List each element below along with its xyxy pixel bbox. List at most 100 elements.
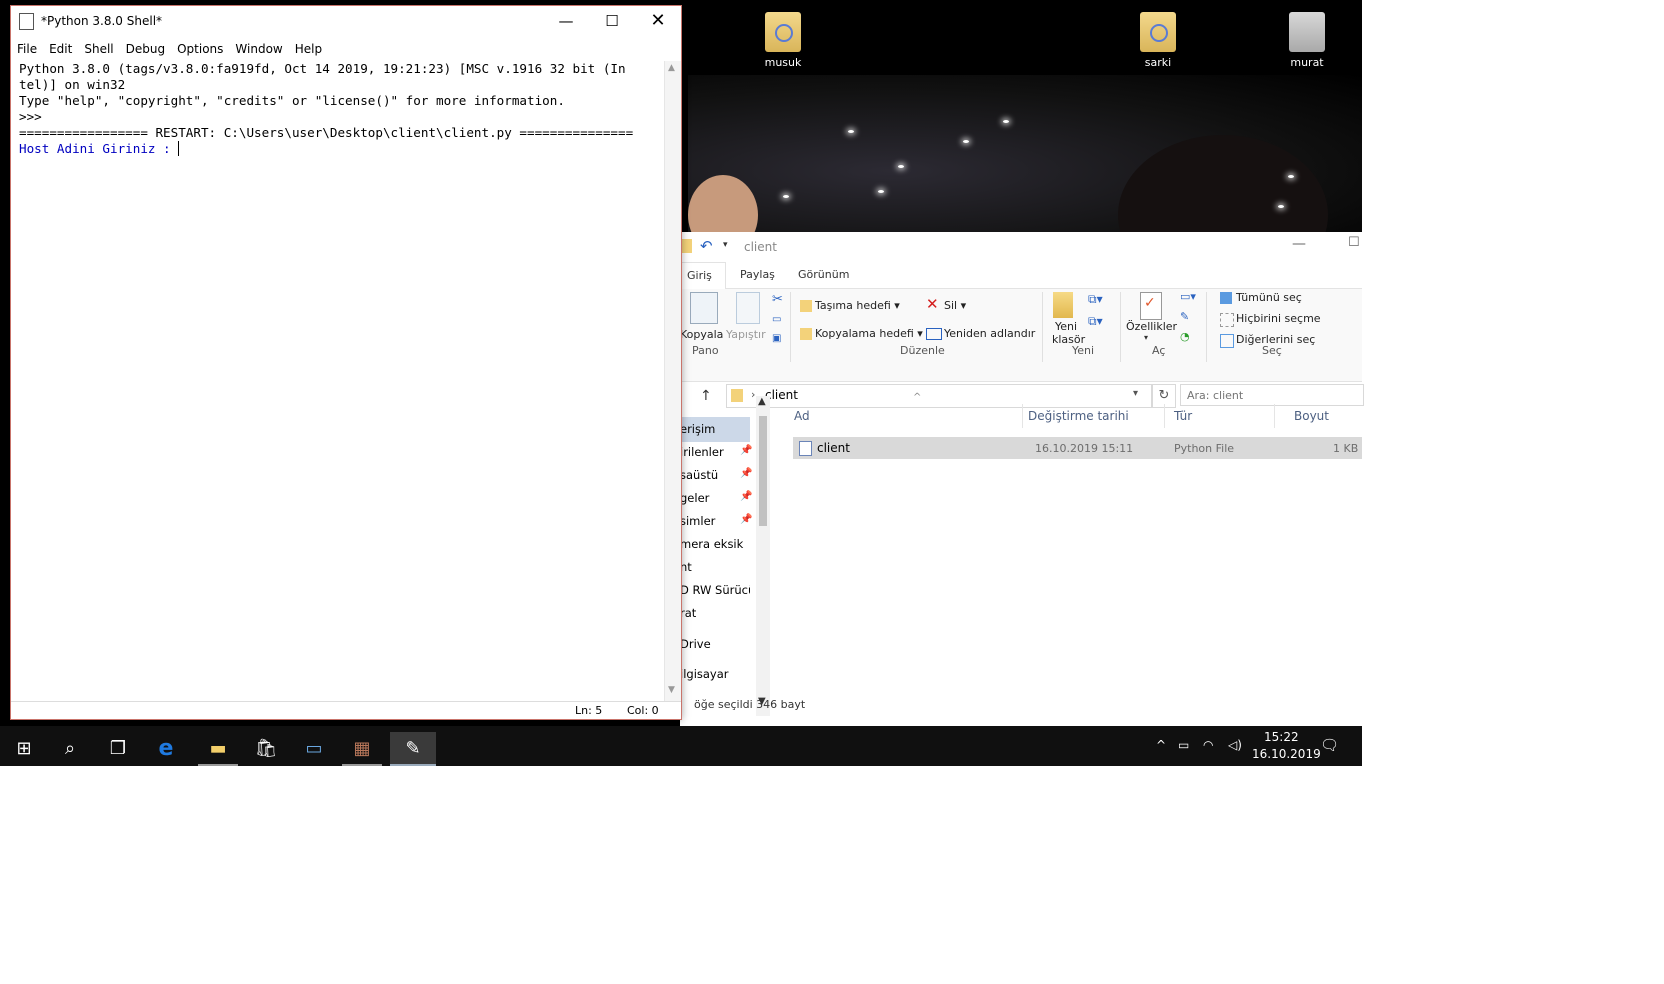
column-header-type[interactable]: Tür	[1174, 409, 1192, 423]
wifi-icon[interactable]: ◠	[1203, 738, 1213, 752]
chevron-up-icon[interactable]: ^	[1156, 738, 1166, 752]
close-icon[interactable]: ✕	[635, 6, 681, 36]
desktop-icon-musuk[interactable]: musuk	[743, 12, 823, 69]
group-label-clipboard: Pano	[692, 344, 719, 357]
select-none-icon	[1220, 313, 1234, 327]
nav-item-this-pc[interactable]: ilgisayar	[680, 667, 750, 681]
nav-item-quick-access[interactable]: erişim	[680, 422, 750, 436]
copy-to-button[interactable]: Kopyalama hedefi ▾	[815, 327, 923, 340]
chevron-down-icon[interactable]: ▾	[1133, 388, 1138, 399]
rename-button[interactable]: Yeniden adlandır	[944, 327, 1035, 340]
group-label-new: Yeni	[1072, 344, 1095, 357]
column-header-date[interactable]: Değiştirme tarihi	[1028, 409, 1129, 423]
menu-help[interactable]: Help	[289, 38, 328, 60]
address-bar[interactable]: › client ▾	[726, 384, 1152, 408]
clock-date[interactable]: 16.10.2019	[1252, 747, 1321, 761]
light-sparkle	[963, 140, 969, 143]
column-header-size[interactable]: Boyut	[1294, 409, 1329, 423]
edge-browser-icon[interactable]: e	[146, 732, 186, 766]
notification-icon[interactable]: 🗨	[1320, 736, 1339, 754]
group-label-organize: Düzenle	[900, 344, 945, 357]
nav-item-murat[interactable]: rat	[680, 606, 750, 620]
ribbon-divider	[1206, 292, 1207, 362]
move-to-label: Taşıma hedefi	[815, 299, 891, 312]
copy-button[interactable]: Kopyala	[680, 328, 723, 341]
undo-icon[interactable]: ↶	[700, 237, 713, 255]
up-arrow-icon[interactable]: ↑	[700, 388, 712, 404]
history-icon[interactable]: ◔	[1180, 330, 1190, 343]
paste-button[interactable]: Yapıştır	[726, 328, 766, 341]
edit-icon[interactable]: ✎	[1180, 310, 1189, 323]
explorer-titlebar: ↶ ▾ client — ☐	[680, 232, 1362, 262]
shell-line: ================= RESTART: C:\Users\user…	[19, 125, 634, 140]
windows-start-icon[interactable]: ⊞	[4, 732, 44, 766]
search-icon[interactable]: ⌕	[50, 732, 90, 766]
task-view-icon[interactable]: ❐	[98, 732, 138, 766]
file-type: Python File	[1174, 442, 1235, 455]
new-folder-label-1[interactable]: Yeni	[1055, 320, 1077, 333]
ribbon-tabs	[680, 262, 1362, 289]
nav-item-kamera-eksik[interactable]: mera eksik	[680, 537, 750, 551]
menu-window[interactable]: Window	[229, 38, 288, 60]
search-input[interactable]	[1180, 384, 1364, 406]
pin-icon: 📌	[740, 491, 753, 502]
properties-button[interactable]: Özellikler	[1126, 320, 1177, 333]
wallpaper-image	[688, 75, 1362, 235]
scroll-up-icon[interactable]: ▲	[758, 396, 766, 407]
tab-giris[interactable]: Giriş	[680, 262, 726, 289]
python-idle-icon[interactable]: ✎	[390, 732, 436, 766]
select-none-button[interactable]: Hiçbirini seçme	[1236, 312, 1321, 325]
menu-shell[interactable]: Shell	[78, 38, 119, 60]
python-shell-window: *Python 3.8.0 Shell* — ☐ ✕ File Edit Shell…	[10, 5, 682, 720]
explorer-title: client	[744, 240, 777, 254]
remote-desktop-icon[interactable]: ▭	[294, 732, 334, 766]
scroll-down-icon[interactable]: ▼	[668, 685, 675, 695]
volume-icon[interactable]: ◁)	[1228, 738, 1242, 752]
cut-icon[interactable]: ✂	[772, 292, 783, 307]
menu-options[interactable]: Options	[171, 38, 229, 60]
select-all-button[interactable]: Tümünü seç	[1236, 291, 1302, 304]
delete-icon: ✕	[926, 295, 939, 313]
ribbon-divider	[1042, 292, 1043, 362]
easy-access-icon[interactable]: ⧉▾	[1088, 314, 1103, 329]
menu-edit[interactable]: Edit	[43, 38, 78, 60]
app-icon[interactable]: ▦	[342, 732, 382, 766]
table-row[interactable]: client 16.10.2019 15:11 Python File 1 KB	[793, 437, 1362, 459]
minimize-icon[interactable]: —	[1292, 236, 1306, 252]
paste-shortcut-icon[interactable]: ▣	[772, 333, 781, 344]
nav-item-client[interactable]: nt	[680, 560, 750, 574]
menu-file[interactable]: File	[11, 38, 43, 60]
chevron-down-icon[interactable]: ▾	[1144, 333, 1148, 342]
shell-text-area[interactable]: Python 3.8.0 (tags/v3.8.0:fa919fd, Oct 1…	[19, 61, 669, 699]
maximize-icon[interactable]: ☐	[589, 6, 635, 36]
copy-path-icon[interactable]: ▭	[772, 314, 781, 325]
move-to-button[interactable]: Taşıma hedefi ▾	[815, 299, 900, 312]
store-icon[interactable]: 🛍	[246, 732, 286, 766]
nav-item-onedrive[interactable]: Drive	[680, 637, 750, 651]
taskbar: ⊞ ⌕ ❐ e ▬ 🛍 ▭ ▦ ✎ ^ ▭ ◠ ◁) 15:22 16.10.2…	[0, 726, 1362, 766]
battery-icon[interactable]: ▭	[1178, 738, 1189, 752]
scroll-thumb[interactable]	[759, 416, 767, 526]
scroll-up-icon[interactable]: ▲	[668, 63, 675, 73]
tab-paylas[interactable]: Paylaş	[740, 262, 775, 288]
menu-debug[interactable]: Debug	[120, 38, 171, 60]
desktop-icon-murat[interactable]: murat	[1267, 12, 1347, 69]
light-sparkle	[1003, 120, 1009, 123]
chevron-down-icon[interactable]: ▾	[723, 240, 728, 250]
maximize-icon[interactable]: ☐	[1348, 235, 1360, 250]
new-item-icon[interactable]: ⧉▾	[1088, 292, 1103, 307]
open-icon[interactable]: ▭▾	[1180, 290, 1196, 303]
column-header-name[interactable]: Ad	[794, 409, 810, 423]
delete-button[interactable]: Sil ▾	[944, 299, 966, 312]
text-cursor: ​	[178, 141, 180, 156]
desktop-icon-sarki[interactable]: sarki	[1118, 12, 1198, 69]
ribbon-divider	[1120, 292, 1121, 362]
shell-scrollbar[interactable]: ▲ ▼	[664, 61, 681, 701]
nav-scrollbar[interactable]: ▲ ▼	[756, 396, 770, 716]
clock-time[interactable]: 15:22	[1264, 730, 1299, 744]
nav-item-dvd-rw-drive[interactable]: D RW Sürücüs	[680, 583, 750, 597]
file-explorer-icon[interactable]: ▬	[198, 732, 238, 766]
minimize-icon[interactable]: —	[543, 6, 589, 36]
copy-to-label: Kopyalama hedefi	[815, 327, 914, 340]
tab-gorunum[interactable]: Görünüm	[798, 262, 849, 288]
